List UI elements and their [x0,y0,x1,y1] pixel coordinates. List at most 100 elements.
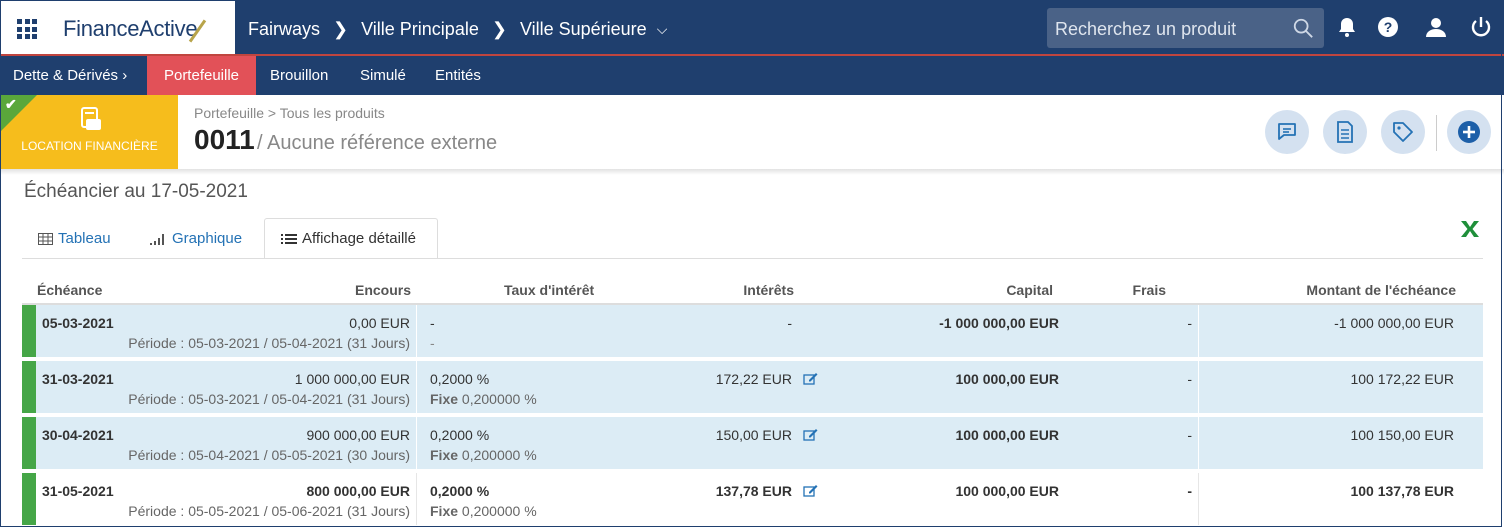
edit-icon[interactable] [803,484,818,497]
table-row[interactable]: 30-04-2021 900 000,00 EUR Période : 05-0… [22,417,1483,469]
product-type-label: LOCATION FINANCIÈRE [21,139,158,153]
col-montant: Montant de l'échéance [1306,282,1456,298]
top-bar: FinanceActive Fairways ❯ Ville Principal… [0,0,1504,56]
tags-button[interactable] [1381,110,1425,154]
table-row[interactable]: 31-03-2021 1 000 000,00 EUR Période : 05… [22,361,1483,413]
cell-taux: 0,2000 % [430,483,490,499]
taux-type: Fixe [430,503,459,519]
tab-label: Affichage détaillé [302,229,416,247]
chevron-right-icon: ❯ [333,19,349,39]
col-taux: Taux d'intérêt [504,282,595,298]
list-icon [281,233,297,244]
cell-capital: 100 000,00 EUR [955,483,1059,499]
logo-text-active: Active [139,16,198,41]
row-status-bar [22,417,36,469]
search-icon[interactable] [1292,17,1314,39]
row-divider [1198,361,1199,413]
power-icon[interactable] [1469,15,1493,39]
nav-bar: Dette & Dérivés › Portefeuille Brouillon… [0,56,1504,95]
search-input[interactable] [1047,8,1297,50]
nav-item-entites[interactable]: Entités [435,56,481,95]
nav-item-simule[interactable]: Simulé [360,56,406,95]
bell-icon[interactable] [1335,15,1359,39]
col-echeance: Échéance [37,282,103,298]
comments-button[interactable] [1265,110,1309,154]
taux-type: Fixe [430,447,459,463]
cell-taux: 0,2000 % [430,427,490,443]
header-shadow [0,169,1504,175]
cell-montant: 100 137,78 EUR [1350,483,1454,499]
tab-label: Tableau [58,230,111,247]
cell-capital: 100 000,00 EUR [955,427,1059,443]
cell-encours: 800 000,00 EUR [306,483,410,499]
cell-frais: - [1187,483,1192,499]
tag-icon [1393,122,1413,142]
row-divider [416,305,417,357]
table-row[interactable]: 31-05-2021 800 000,00 EUR Période : 05-0… [22,473,1483,525]
cell-frais: - [1187,427,1192,443]
cell-frais: - [1187,315,1192,331]
edit-icon[interactable] [803,428,818,441]
cell-date: 05-03-2021 [42,315,114,331]
cell-periode: Période : 05-03-2021 / 05-04-2021 (31 Jo… [128,335,410,351]
row-divider [1198,417,1199,469]
nav-item-dette-derives[interactable]: Dette & Dérivés › [13,56,127,95]
cell-periode: Période : 05-04-2021 / 05-05-2021 (30 Jo… [128,447,410,463]
col-capital: Capital [1006,282,1053,298]
plus-circle-icon [1458,121,1480,143]
col-interets: Intérêts [743,282,794,298]
svg-text:?: ? [1384,19,1393,35]
table-header: Échéance Encours Taux d'intérêt Intérêts… [22,275,1483,305]
breadcrumb-fairways[interactable]: Fairways [248,19,320,40]
documents-button[interactable] [1323,110,1367,154]
nav-item-brouillon[interactable]: Brouillon [270,56,328,95]
apps-grid-icon[interactable] [17,19,37,39]
tab-tableau[interactable]: Tableau [38,220,111,258]
cell-date: 31-03-2021 [42,371,114,387]
cell-capital: 100 000,00 EUR [955,371,1059,387]
tab-graphique[interactable]: Graphique [149,220,242,258]
cell-montant: 100 172,22 EUR [1350,371,1454,387]
cell-interets: 150,00 EUR [715,427,792,443]
cell-encours: 1 000 000,00 EUR [294,371,410,387]
row-divider [416,417,417,469]
add-button[interactable] [1447,110,1491,154]
taux-fixe: 0,200000 % [461,503,537,519]
nav-label: Dette & Dérivés [13,67,119,84]
breadcrumb: Fairways ❯ Ville Principale ❯ Ville Supé… [248,19,667,40]
row-divider [416,473,417,525]
tab-label: Graphique [172,230,243,247]
row-divider [416,361,417,413]
help-icon[interactable]: ? [1376,15,1400,39]
user-icon[interactable] [1424,15,1448,39]
cell-taux-detail: Fixe 0,200000 % [430,503,537,519]
tab-affichage-detaille[interactable]: Affichage détaillé [264,218,438,259]
cell-frais: - [1187,371,1192,387]
table-icon [38,233,53,245]
header-divider [1436,115,1437,151]
tabs-divider [22,258,1483,259]
cell-interets: 172,22 EUR [715,371,792,387]
nav-item-portefeuille[interactable]: Portefeuille [147,56,256,95]
cell-date: 31-05-2021 [42,483,114,499]
check-icon: ✔ [5,96,17,112]
logo-text-finance: Finance [63,16,140,41]
edit-icon[interactable] [803,372,818,385]
finance-active-logo[interactable]: FinanceActive [63,16,198,42]
table-row[interactable]: 05-03-2021 0,00 EUR Période : 05-03-2021… [22,305,1483,357]
breadcrumb-ville-principale[interactable]: Ville Principale [361,19,479,40]
product-type-badge: ✔ LOCATION FINANCIÈRE [1,95,178,169]
cell-capital: -1 000 000,00 EUR [939,315,1059,331]
taux-fixe: 0,200000 % [461,447,537,463]
section-title: Échéancier au 17-05-2021 [24,181,248,202]
taux-fixe: 0,200000 % [461,391,537,407]
product-breadcrumb[interactable]: Portefeuille > Tous les produits [194,105,385,121]
product-external-ref: / Aucune référence externe [257,132,498,154]
chevron-right-icon: ❯ [491,19,507,39]
excel-export-icon[interactable] [1459,219,1481,239]
cell-interets: 137,78 EUR [715,483,792,499]
col-frais: Frais [1132,282,1166,298]
row-status-bar [22,473,36,525]
chevron-down-icon[interactable]: ⌵ [657,21,668,38]
breadcrumb-ville-superieure[interactable]: Ville Supérieure [520,19,647,40]
